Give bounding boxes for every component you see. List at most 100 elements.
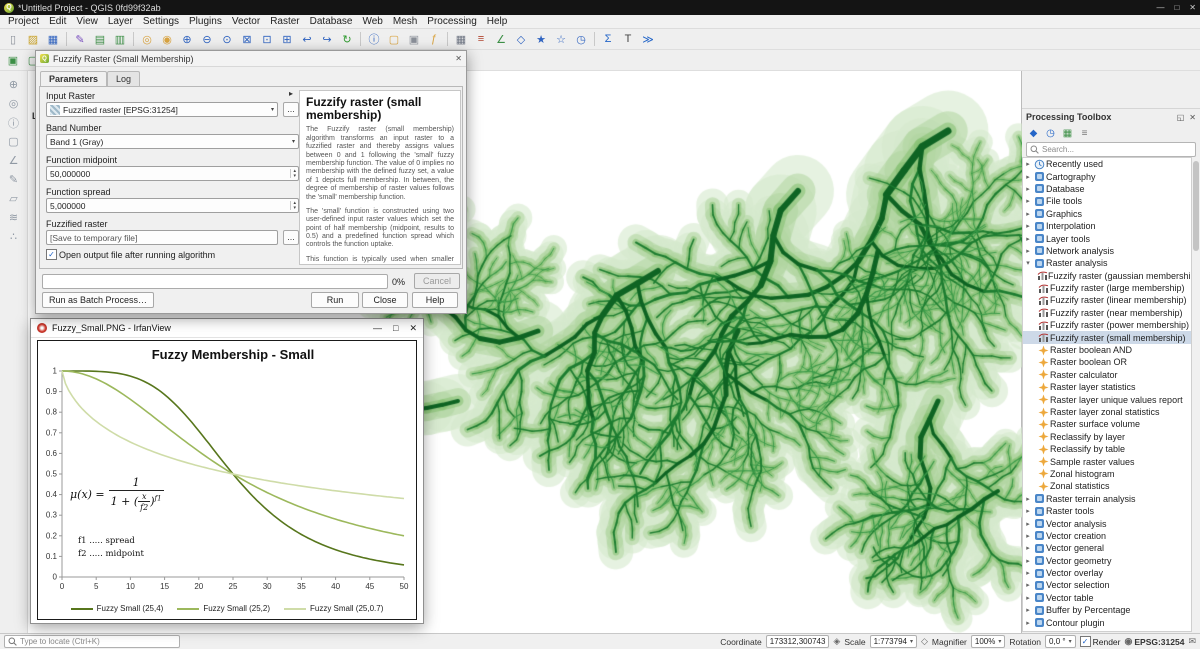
chevron-collapsed-icon[interactable]: ▸ <box>1023 557 1033 565</box>
tree-category-vector-geometry[interactable]: ▸Vector geometry <box>1023 555 1191 567</box>
tree-item-fuzzify-raster-large-membership[interactable]: Fuzzify raster (large membership) <box>1023 282 1191 294</box>
attribute-table-icon[interactable]: ▦ <box>452 31 470 48</box>
chevron-collapsed-icon[interactable]: ▸ <box>1023 520 1033 528</box>
select-by-expression-icon[interactable]: ƒ <box>425 31 443 48</box>
locate-input[interactable]: Type to locate (Ctrl+K) <box>4 635 180 648</box>
chevron-collapsed-icon[interactable]: ▸ <box>1023 507 1033 515</box>
close-button[interactable]: Close <box>362 292 408 308</box>
open-output-checkbox[interactable]: ✓ Open output file after running algorit… <box>46 249 215 260</box>
chevron-collapsed-icon[interactable]: ▸ <box>1023 235 1033 243</box>
irfan-maximize-button[interactable]: □ <box>393 323 398 334</box>
zoom-in-icon[interactable]: ⊕ <box>178 31 196 48</box>
new-bookmark-icon[interactable]: ★ <box>532 31 550 48</box>
tree-item-raster-layer-zonal-statistics[interactable]: Raster layer zonal statistics <box>1023 406 1191 418</box>
zoom-last-icon[interactable]: ↩ <box>298 31 316 48</box>
tree-category-contour-plugin[interactable]: ▸Contour plugin <box>1023 616 1191 628</box>
history-icon-icon[interactable]: ◷ <box>1043 126 1058 140</box>
tree-item-fuzzify-raster-gaussian-membership[interactable]: Fuzzify raster (gaussian membership) <box>1023 270 1191 282</box>
irfan-minimize-button[interactable]: — <box>373 323 382 334</box>
stream-digitize-tool-icon[interactable]: ≋ <box>5 209 23 226</box>
identify-features-icon[interactable]: ⓘ <box>365 31 383 48</box>
menu-item-plugins[interactable]: Plugins <box>184 16 227 27</box>
tree-category-interpolation[interactable]: ▸Interpolation <box>1023 220 1191 232</box>
field-calculator-icon[interactable]: ≡ <box>472 31 490 48</box>
menu-item-raster[interactable]: Raster <box>265 16 304 27</box>
function-midpoint-spinbox[interactable]: 50,000000 ▴▾ <box>46 166 299 181</box>
menu-item-settings[interactable]: Settings <box>138 16 184 27</box>
style-manager-icon[interactable]: ✎ <box>71 31 89 48</box>
chevron-collapsed-icon[interactable]: ▸ <box>1023 569 1033 577</box>
tree-item-reclassify-by-table[interactable]: Reclassify by table <box>1023 443 1191 455</box>
results-viewer-icon-icon[interactable]: ▦ <box>1060 126 1075 140</box>
tree-category-network-analysis[interactable]: ▸Network analysis <box>1023 245 1191 257</box>
menu-item-project[interactable]: Project <box>3 16 44 27</box>
help-panel-toggle-icon[interactable]: ▸ <box>289 89 293 98</box>
tree-category-recently-used[interactable]: ▸Recently used <box>1023 158 1191 170</box>
python-console-icon[interactable]: ≫ <box>639 31 657 48</box>
spinner-arrows-icon[interactable]: ▴▾ <box>290 169 296 178</box>
function-spread-spinbox[interactable]: 5,000000 ▴▾ <box>46 198 299 213</box>
tree-item-fuzzify-raster-near-membership[interactable]: Fuzzify raster (near membership) <box>1023 307 1191 319</box>
pan-tool-icon[interactable]: ◎ <box>5 95 23 112</box>
tree-item-reclassify-by-layer[interactable]: Reclassify by layer <box>1023 431 1191 443</box>
tree-item-zonal-histogram[interactable]: Zonal histogram <box>1023 468 1191 480</box>
coordinate-value[interactable]: 173312,300743 <box>766 635 830 648</box>
chevron-collapsed-icon[interactable]: ▸ <box>1023 581 1033 589</box>
menu-item-processing[interactable]: Processing <box>422 16 481 27</box>
messages-icon[interactable]: ✉ <box>1188 636 1196 647</box>
zoom-native-icon[interactable]: ⊙ <box>218 31 236 48</box>
spinner-arrows-icon[interactable]: ▴▾ <box>290 201 296 210</box>
chevron-collapsed-icon[interactable]: ▸ <box>1023 594 1033 602</box>
menu-item-database[interactable]: Database <box>305 16 358 27</box>
chevron-collapsed-icon[interactable]: ▸ <box>1023 185 1033 193</box>
tree-category-vector-general[interactable]: ▸Vector general <box>1023 542 1191 554</box>
tree-scrollbar-thumb[interactable] <box>1193 161 1199 251</box>
tree-category-layer-tools[interactable]: ▸Layer tools <box>1023 232 1191 244</box>
menu-item-layer[interactable]: Layer <box>103 16 138 27</box>
options-icon-icon[interactable]: ≡ <box>1077 126 1092 140</box>
map-tips-icon[interactable]: ◇ <box>512 31 530 48</box>
chevron-collapsed-icon[interactable]: ▸ <box>1023 619 1033 627</box>
zoom-next-icon[interactable]: ↪ <box>318 31 336 48</box>
chevron-collapsed-icon[interactable]: ▸ <box>1023 160 1033 168</box>
menu-item-view[interactable]: View <box>71 16 103 27</box>
menu-item-vector[interactable]: Vector <box>227 16 265 27</box>
input-raster-combo[interactable]: Fuzzified raster [EPSG:31254] ▾ <box>46 102 278 117</box>
tree-scrollbar[interactable] <box>1192 157 1200 632</box>
tree-item-zonal-statistics[interactable]: Zonal statistics <box>1023 480 1191 492</box>
processing-search-input[interactable]: Search... <box>1026 142 1196 157</box>
tree-category-database[interactable]: ▸Database <box>1023 183 1191 195</box>
identify-tool-icon[interactable]: ⓘ <box>5 114 23 131</box>
chevron-collapsed-icon[interactable]: ▸ <box>1023 222 1033 230</box>
measure-tool-icon[interactable]: ∠ <box>5 152 23 169</box>
pan-to-selection-icon[interactable]: ◉ <box>158 31 176 48</box>
rotation-spin[interactable]: 0,0 °▾ <box>1045 635 1076 648</box>
extents-icon[interactable]: ◈ <box>833 636 840 647</box>
tree-item-fuzzify-raster-power-membership[interactable]: Fuzzify raster (power membership) <box>1023 319 1191 331</box>
tree-category-vector-creation[interactable]: ▸Vector creation <box>1023 530 1191 542</box>
minimize-button[interactable]: — <box>1156 3 1164 12</box>
cancel-button[interactable]: Cancel <box>414 273 460 289</box>
close-button[interactable]: ✕ <box>1189 3 1196 12</box>
shape-digitize-tool-icon[interactable]: ▱ <box>5 190 23 207</box>
project-open-icon[interactable]: ▨ <box>24 31 42 48</box>
chevron-expanded-icon[interactable]: ▾ <box>1023 259 1033 267</box>
node-edit-tool-icon[interactable]: ∴ <box>5 228 23 245</box>
tree-item-raster-layer-unique-values-report[interactable]: Raster layer unique values report <box>1023 393 1191 405</box>
tree-category-vector-table[interactable]: ▸Vector table <box>1023 592 1191 604</box>
zoom-out-icon[interactable]: ⊖ <box>198 31 216 48</box>
menu-item-web[interactable]: Web <box>357 16 387 27</box>
chevron-collapsed-icon[interactable]: ▸ <box>1023 495 1033 503</box>
project-new-icon[interactable]: ▯ <box>4 31 22 48</box>
chevron-collapsed-icon[interactable]: ▸ <box>1023 247 1033 255</box>
output-raster-field[interactable]: [Save to temporary file] <box>46 230 278 245</box>
tree-item-raster-boolean-and[interactable]: Raster boolean AND <box>1023 344 1191 356</box>
menu-item-help[interactable]: Help <box>482 16 513 27</box>
zoom-to-layer-icon[interactable]: ⊞ <box>278 31 296 48</box>
models-icon-icon[interactable]: ◆ <box>1026 126 1041 140</box>
tree-item-raster-boolean-or[interactable]: Raster boolean OR <box>1023 356 1191 368</box>
magnifier-spin[interactable]: 100%▾ <box>971 635 1005 648</box>
input-raster-browse-button[interactable]: … <box>283 102 299 117</box>
run-as-batch-button[interactable]: Run as Batch Process… <box>42 292 154 308</box>
maximize-button[interactable]: □ <box>1174 3 1179 12</box>
